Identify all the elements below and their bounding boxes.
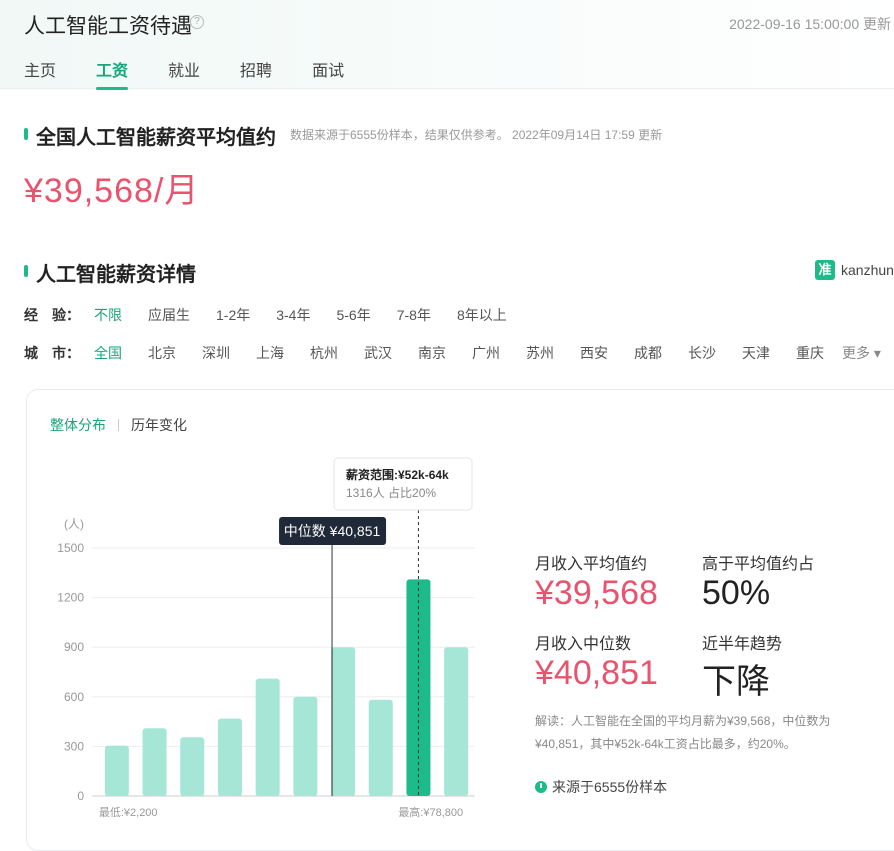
above-average-value: 50% bbox=[702, 574, 771, 612]
y-tick-label: 0 bbox=[77, 789, 84, 803]
y-tick-label: 300 bbox=[64, 739, 84, 753]
interpretation-text: 解读：人工智能在全国的平均月薪为¥39,568，中位数为¥40,851，其中¥5… bbox=[535, 714, 831, 751]
y-tick-label: 1200 bbox=[57, 591, 84, 605]
sample-source: 来源于6555份样本 bbox=[535, 777, 667, 797]
y-axis-label: (人) bbox=[64, 517, 84, 531]
chart-bar bbox=[368, 699, 393, 796]
above-average-label: 高于平均值约占 bbox=[702, 556, 815, 573]
tooltip-title: 薪资范围:¥52k-64k bbox=[346, 467, 449, 482]
chart-bar bbox=[142, 728, 167, 796]
max-salary-label: 最高:¥78,800 bbox=[398, 805, 463, 819]
median-label: 中位数 ¥40,851 bbox=[284, 523, 381, 539]
average-stat-value: ¥39,568 bbox=[535, 574, 658, 612]
trend-stat-value: 下降 bbox=[702, 663, 770, 701]
pie-clock-icon bbox=[535, 781, 547, 793]
chart-bar bbox=[255, 678, 280, 796]
chart-bar bbox=[104, 745, 129, 796]
y-tick-label: 1500 bbox=[57, 541, 84, 555]
min-salary-label: 最低:¥2,200 bbox=[99, 806, 158, 819]
tooltip-detail: 1316人 占比20% bbox=[346, 485, 436, 500]
tooltip-box bbox=[333, 457, 473, 511]
trend-stat-label: 近半年趋势 bbox=[702, 636, 783, 653]
chart-bar bbox=[180, 737, 205, 796]
average-stat-label: 月收入平均值约 bbox=[535, 556, 648, 573]
y-tick-label: 600 bbox=[64, 690, 84, 704]
median-stat-value: ¥40,851 bbox=[535, 654, 658, 692]
chart-bar bbox=[331, 647, 356, 796]
sample-source-text: 来源于6555份样本 bbox=[552, 779, 668, 795]
chart-bars bbox=[104, 579, 469, 796]
chart-y-axis: (人) 1500 1200 900 600 300 0 bbox=[57, 517, 84, 803]
median-stat-label: 月收入中位数 bbox=[535, 636, 632, 653]
chart-bar bbox=[444, 647, 469, 796]
trend-stat: 近半年趋势 下降 bbox=[702, 630, 782, 703]
median-stat: 月收入中位数 ¥40,851 bbox=[535, 630, 658, 693]
above-average-stat: 高于平均值约占 50% bbox=[702, 550, 814, 613]
chart-bar bbox=[293, 696, 318, 796]
y-tick-label: 900 bbox=[64, 640, 84, 654]
chart-bar bbox=[217, 718, 242, 796]
average-stat: 月收入平均值约 ¥39,568 bbox=[535, 550, 658, 613]
